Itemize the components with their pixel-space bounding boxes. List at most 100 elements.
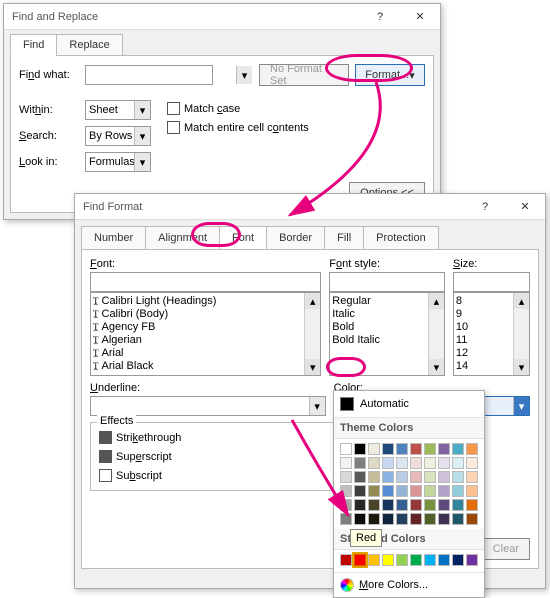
color-swatch[interactable] [354, 457, 366, 469]
color-swatch[interactable] [382, 443, 394, 455]
color-swatch[interactable] [382, 513, 394, 525]
color-swatch[interactable] [354, 499, 366, 511]
color-swatch[interactable] [354, 513, 366, 525]
color-swatch[interactable] [410, 443, 422, 455]
font-option[interactable]: T̲Calibri (Body) [93, 308, 318, 321]
color-swatch[interactable] [410, 554, 422, 566]
chevron-down-icon[interactable]: ▾ [513, 397, 529, 415]
color-swatch[interactable] [340, 443, 352, 455]
color-swatch[interactable] [424, 485, 436, 497]
color-swatch[interactable] [354, 471, 366, 483]
color-swatch[interactable] [368, 554, 380, 566]
color-swatch[interactable] [340, 457, 352, 469]
color-swatch[interactable] [368, 443, 380, 455]
style-option[interactable]: Regular [332, 295, 442, 308]
automatic-option[interactable]: Automatic [334, 391, 484, 418]
underline-select[interactable] [90, 396, 326, 416]
color-swatch[interactable] [452, 471, 464, 483]
scrollbar[interactable]: ▴▾ [513, 293, 529, 375]
color-swatch[interactable] [438, 457, 450, 469]
font-option[interactable]: T̲Calibri Light (Headings) [93, 295, 318, 308]
size-listbox[interactable]: 8910111214 ▴▾ [453, 292, 530, 376]
color-swatch[interactable] [438, 513, 450, 525]
color-swatch[interactable] [410, 513, 422, 525]
color-swatch[interactable] [452, 499, 464, 511]
font-style-listbox[interactable]: RegularItalicBoldBold Italic ▴▾ [329, 292, 445, 376]
color-swatch[interactable] [424, 471, 436, 483]
tab-protection[interactable]: Protection [363, 226, 439, 250]
find-what-input[interactable] [85, 65, 213, 85]
color-swatch[interactable] [340, 513, 352, 525]
color-swatch[interactable] [410, 485, 422, 497]
color-swatch[interactable] [452, 443, 464, 455]
tab-alignment[interactable]: Alignment [145, 226, 220, 250]
match-entire-checkbox[interactable] [167, 121, 180, 134]
color-swatch[interactable] [396, 499, 408, 511]
color-swatch[interactable] [340, 485, 352, 497]
chevron-down-icon[interactable]: ▾ [309, 397, 325, 415]
color-swatch[interactable] [340, 554, 352, 566]
font-option[interactable]: T̲Arial Black [93, 360, 318, 373]
match-case-checkbox[interactable] [167, 102, 180, 115]
color-swatch[interactable] [396, 554, 408, 566]
chevron-down-icon[interactable]: ▾ [134, 101, 150, 119]
chevron-down-icon[interactable]: ▾ [236, 66, 252, 84]
chevron-down-icon[interactable]: ▾ [134, 153, 150, 171]
color-swatch[interactable] [438, 499, 450, 511]
subscript-checkbox[interactable] [99, 469, 112, 482]
color-swatch[interactable] [368, 457, 380, 469]
color-swatch[interactable] [340, 471, 352, 483]
color-swatch[interactable] [396, 485, 408, 497]
color-swatch[interactable] [424, 443, 436, 455]
color-swatch[interactable] [424, 554, 436, 566]
color-swatch[interactable] [368, 513, 380, 525]
close-button[interactable]: ✕ [400, 4, 440, 30]
color-swatch[interactable] [382, 485, 394, 497]
color-swatch[interactable] [354, 443, 366, 455]
color-swatch[interactable] [424, 513, 436, 525]
color-swatch[interactable] [368, 485, 380, 497]
help-button[interactable]: ? [465, 194, 505, 220]
color-swatch[interactable] [466, 554, 478, 566]
close-button[interactable]: ✕ [505, 194, 545, 220]
color-swatch[interactable] [424, 457, 436, 469]
color-swatch[interactable] [410, 457, 422, 469]
tab-fill[interactable]: Fill [324, 226, 364, 250]
color-swatch[interactable] [452, 457, 464, 469]
font-option[interactable]: T̲Algerian [93, 334, 318, 347]
more-colors-option[interactable]: More Colors... [334, 572, 484, 597]
tab-border[interactable]: Border [266, 226, 325, 250]
help-button[interactable]: ? [360, 4, 400, 30]
color-swatch[interactable] [466, 457, 478, 469]
color-swatch[interactable] [410, 471, 422, 483]
color-swatch[interactable] [340, 499, 352, 511]
color-swatch[interactable] [438, 485, 450, 497]
tab-replace[interactable]: Replace [56, 34, 122, 56]
color-swatch[interactable] [382, 471, 394, 483]
style-option[interactable]: Italic [332, 308, 442, 321]
tab-find[interactable]: Find [10, 34, 57, 56]
color-swatch[interactable] [466, 485, 478, 497]
color-swatch[interactable] [382, 457, 394, 469]
color-swatch[interactable] [452, 485, 464, 497]
font-input[interactable] [90, 272, 321, 292]
color-swatch[interactable] [438, 554, 450, 566]
color-swatch[interactable] [396, 513, 408, 525]
color-swatch[interactable] [424, 499, 436, 511]
font-listbox[interactable]: T̲Calibri Light (Headings)T̲Calibri (Bod… [90, 292, 321, 376]
size-input[interactable] [453, 272, 530, 292]
color-swatch[interactable] [354, 554, 366, 566]
color-swatch[interactable] [466, 471, 478, 483]
color-swatch[interactable] [466, 499, 478, 511]
tab-font[interactable]: Font [219, 226, 267, 250]
color-swatch[interactable] [382, 499, 394, 511]
color-swatch[interactable] [452, 513, 464, 525]
font-style-input[interactable] [329, 272, 445, 292]
color-swatch[interactable] [438, 471, 450, 483]
font-option[interactable]: T̲Agency FB [93, 321, 318, 334]
color-swatch[interactable] [466, 443, 478, 455]
scrollbar[interactable]: ▴▾ [304, 293, 320, 375]
scrollbar[interactable]: ▴▾ [428, 293, 444, 375]
color-swatch[interactable] [396, 457, 408, 469]
clear-button[interactable]: Clear [482, 538, 530, 560]
